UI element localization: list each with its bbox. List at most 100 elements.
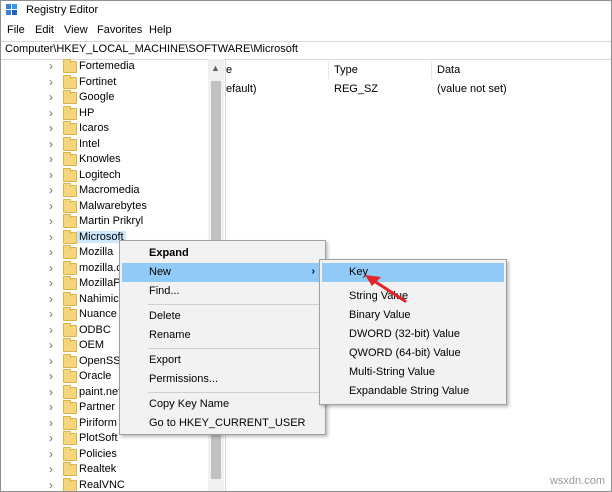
chevron-right-icon[interactable]: › <box>49 184 59 196</box>
chevron-right-icon[interactable]: › <box>49 215 59 227</box>
tree-item[interactable]: › Macromedia <box>1 183 211 198</box>
chevron-right-icon[interactable]: › <box>49 262 59 274</box>
tree-item[interactable]: › Intel <box>1 136 211 152</box>
chevron-right-icon[interactable]: › <box>49 401 59 413</box>
folder-icon <box>63 322 77 337</box>
tree-item[interactable]: › Knowles <box>1 152 211 167</box>
folder-icon <box>63 105 77 120</box>
chevron-right-icon[interactable]: › <box>49 432 59 444</box>
chevron-right-icon[interactable]: › <box>49 308 59 320</box>
folder-icon <box>63 353 77 368</box>
chevron-right-icon[interactable]: › <box>49 463 59 475</box>
tree-item[interactable]: › Malwarebytes <box>1 198 211 214</box>
address-bar[interactable]: Computer\HKEY_LOCAL_MACHINE\SOFTWARE\Mic… <box>1 41 611 60</box>
chevron-right-icon[interactable]: › <box>49 169 59 181</box>
chevron-right-icon[interactable]: › <box>49 277 59 289</box>
folder-icon <box>63 446 77 461</box>
chevron-right-icon[interactable]: › <box>49 122 59 134</box>
folder-icon <box>63 291 77 306</box>
chevron-right-icon[interactable]: › <box>49 479 59 491</box>
menu-item-delete[interactable]: Delete <box>122 307 323 326</box>
chevron-right-icon[interactable]: › <box>49 153 59 165</box>
folder-icon <box>63 167 77 182</box>
menu-file[interactable]: File <box>7 24 25 36</box>
chevron-right-icon[interactable]: › <box>49 417 59 429</box>
value-type: REG_SZ <box>334 83 379 95</box>
folder-icon <box>63 121 77 135</box>
tree-item[interactable]: › Icaros <box>1 121 211 136</box>
column-type-header[interactable]: Type <box>334 64 358 76</box>
chevron-right-icon[interactable]: › <box>49 355 59 367</box>
menu-separator <box>148 392 321 393</box>
folder-icon <box>63 477 77 491</box>
folder-icon <box>63 338 77 352</box>
chevron-right-icon[interactable]: › <box>49 386 59 398</box>
column-divider[interactable] <box>431 61 432 79</box>
address-path[interactable]: Computer\HKEY_LOCAL_MACHINE\SOFTWARE\Mic… <box>5 43 298 55</box>
folder-icon <box>63 415 77 430</box>
menu-help[interactable]: Help <box>149 24 172 36</box>
submenu-item-key[interactable]: Key <box>322 263 504 282</box>
menu-item-copy-key-name[interactable]: Copy Key Name <box>122 395 323 414</box>
menu-item-permissions[interactable]: Permissions... <box>122 370 323 389</box>
tree-item[interactable]: › HP <box>1 105 211 121</box>
folder-icon <box>63 431 77 445</box>
folder-icon <box>63 214 77 228</box>
tree-item[interactable]: › Logitech <box>1 167 211 183</box>
submenu-item-multi-string-value[interactable]: Multi-String Value <box>322 363 504 382</box>
window-title: Registry Editor <box>26 4 99 16</box>
menu-item-new[interactable]: New › <box>122 263 323 282</box>
column-divider[interactable] <box>328 61 329 79</box>
folder-icon <box>63 276 77 290</box>
chevron-right-icon[interactable]: › <box>49 107 59 119</box>
submenu-item-string-value[interactable]: String Value <box>322 287 504 306</box>
chevron-right-icon[interactable]: › <box>49 246 59 258</box>
folder-icon <box>63 198 77 213</box>
folder-icon <box>63 74 77 89</box>
submenu-item-binary-value[interactable]: Binary Value <box>322 306 504 325</box>
menu-edit[interactable]: Edit <box>35 24 54 36</box>
menu-separator <box>148 304 321 305</box>
tree-item[interactable]: › Fortinet <box>1 74 211 90</box>
folder-icon <box>63 260 77 275</box>
submenu-item-expandable-string-value[interactable]: Expandable String Value <box>322 382 504 401</box>
column-data-header[interactable]: Data <box>437 64 460 76</box>
chevron-right-icon[interactable]: › <box>49 200 59 212</box>
chevron-right-icon[interactable]: › <box>49 370 59 382</box>
registry-app-icon <box>6 4 17 15</box>
chevron-right-icon[interactable]: › <box>49 231 59 243</box>
menu-item-find[interactable]: Find... <box>122 282 323 301</box>
tree-item[interactable]: › Google <box>1 90 211 105</box>
chevron-right-icon: › <box>311 266 315 277</box>
menu-item-export[interactable]: Export <box>122 351 323 370</box>
submenu-item-qword-value[interactable]: QWORD (64-bit) Value <box>322 344 504 363</box>
chevron-right-icon[interactable]: › <box>49 324 59 336</box>
folder-icon <box>63 152 77 166</box>
tree-item[interactable]: › Realtek <box>1 462 211 477</box>
chevron-right-icon[interactable]: › <box>49 448 59 460</box>
chevron-right-icon[interactable]: › <box>49 91 59 103</box>
folder-icon <box>63 183 77 197</box>
menu-item-expand[interactable]: Expand <box>122 244 323 263</box>
column-name-header[interactable]: e <box>226 64 232 76</box>
chevron-right-icon[interactable]: › <box>49 76 59 88</box>
key-context-menu: Expand New › Find... Delete Rename Export… <box>119 240 326 435</box>
menu-item-goto-hkcu[interactable]: Go to HKEY_CURRENT_USER <box>122 414 323 433</box>
menu-favorites[interactable]: Favorites <box>97 24 142 36</box>
folder-icon <box>63 462 77 476</box>
tree-item[interactable]: › Fortemedia <box>1 59 211 74</box>
submenu-item-dword-value[interactable]: DWORD (32-bit) Value <box>322 325 504 344</box>
folder-icon <box>63 384 77 399</box>
value-name[interactable]: efault) <box>226 83 257 95</box>
menu-view[interactable]: View <box>64 24 88 36</box>
chevron-right-icon[interactable]: › <box>49 138 59 150</box>
menu-item-rename[interactable]: Rename <box>122 326 323 345</box>
tree-item[interactable]: › Policies <box>1 446 211 462</box>
chevron-right-icon[interactable]: › <box>49 60 59 72</box>
chevron-right-icon[interactable]: › <box>49 293 59 305</box>
tree-item[interactable]: › Martin Prikryl <box>1 214 211 229</box>
scroll-up-icon[interactable]: ▲ <box>211 63 220 73</box>
tree-item[interactable]: › RealVNC <box>1 477 211 491</box>
chevron-right-icon[interactable]: › <box>49 339 59 351</box>
folder-icon <box>63 229 77 244</box>
